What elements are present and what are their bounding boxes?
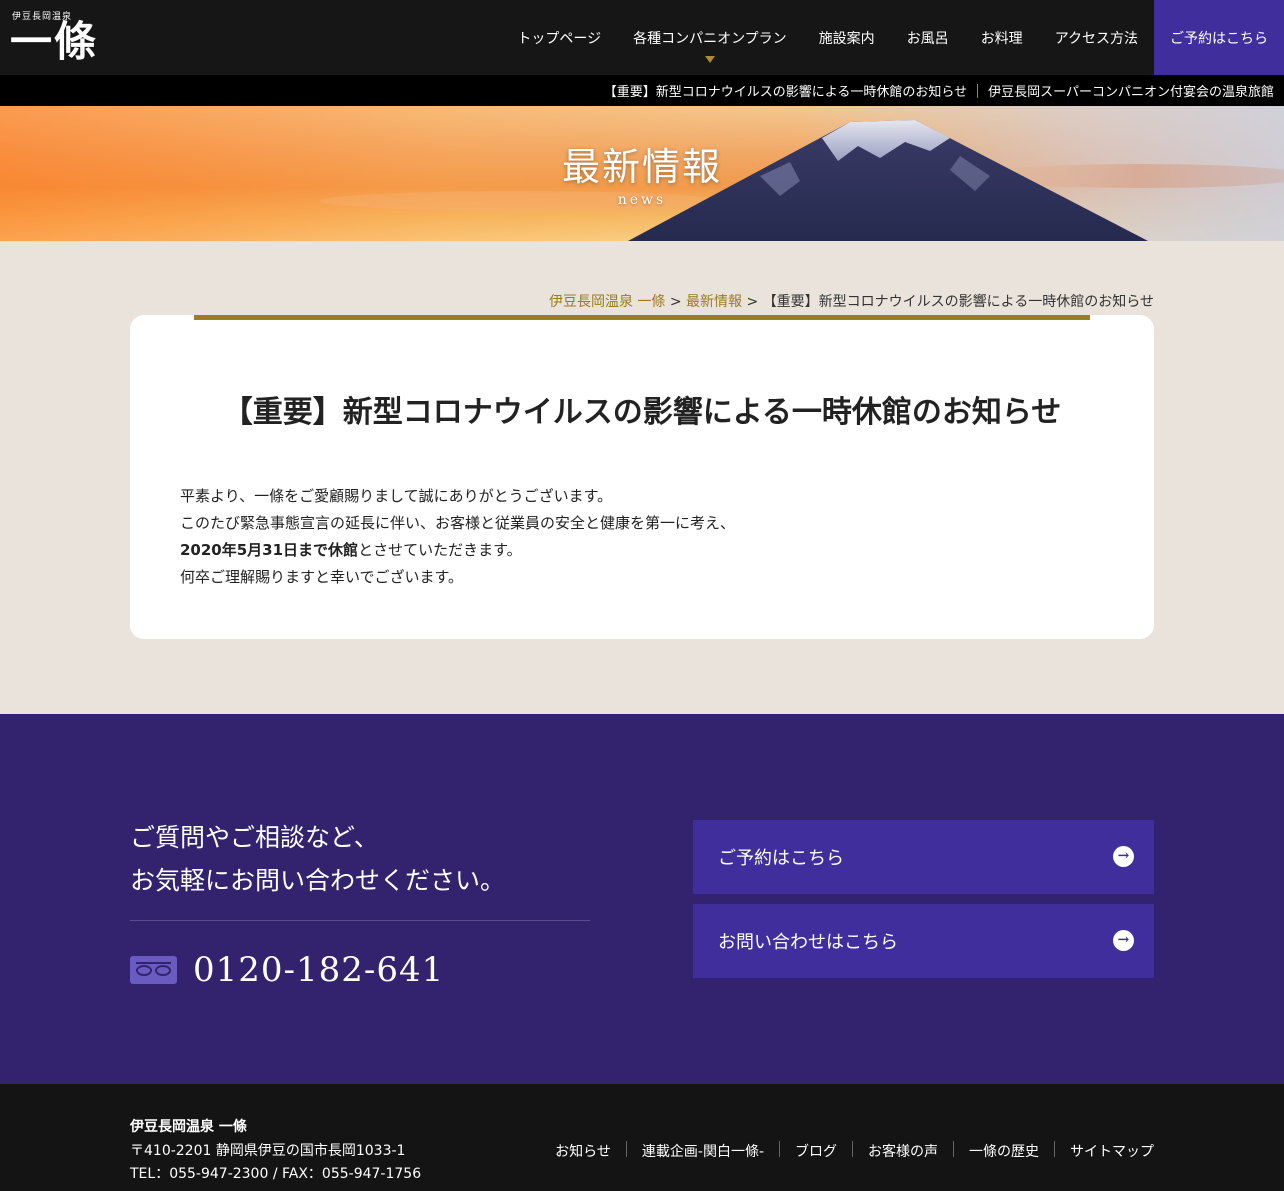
ticker-notice-link[interactable]: 【重要】新型コロナウイルスの影響による一時休館のお知らせ (604, 81, 967, 100)
breadcrumb-current: 【重要】新型コロナウイルスの影響による一時休館のお知らせ (762, 294, 1154, 310)
divider (130, 920, 590, 921)
footer-link-reviews[interactable]: お客様の声 (868, 1141, 938, 1161)
article-card: 【重要】新型コロナウイルスの影響による一時休館のお知らせ 平素より、一條をご愛顧… (130, 315, 1154, 639)
article-paragraph: このたび緊急事態宣言の延長に伴い、お客様と従業員の安全と健康を第一に考え、 (180, 514, 736, 532)
page-hero-banner: 最新情報 news (0, 106, 1284, 241)
footer-tel: TEL：055-947-2300 / FAX：055-947-1756 (130, 1166, 422, 1182)
main-nav: トップページ 各種コンパニオンプラン 施設案内 お風呂 お料理 アクセス方法 ご… (501, 0, 1284, 75)
nav-top[interactable]: トップページ (501, 0, 617, 75)
main-content: 伊豆長岡温泉 一條 > 最新情報 > 【重要】新型コロナウイルスの影響による一時… (0, 241, 1284, 714)
footer-link-history[interactable]: 一條の歴史 (969, 1141, 1039, 1161)
arrow-right-icon: → (1113, 846, 1134, 867)
article-title: 【重要】新型コロナウイルスの影響による一時休館のお知らせ (222, 395, 1062, 430)
ticker-divider (977, 83, 979, 98)
phone-block[interactable]: 0120-182-641 (130, 950, 444, 990)
footer-name: 伊豆長岡温泉 一條 (130, 1119, 247, 1135)
breadcrumb-news-link[interactable]: 最新情報 (686, 294, 742, 310)
footer-link-sitemap[interactable]: サイトマップ (1070, 1141, 1154, 1161)
closure-date: 2020年5月31日まで休館 (180, 541, 359, 559)
breadcrumb-separator: > (742, 294, 763, 310)
site-header: 伊豆長岡温泉 一條 トップページ 各種コンパニオンプラン 施設案内 お風呂 お料… (0, 0, 1284, 75)
reserve-button-label: ご予約はこちら (718, 848, 844, 869)
reserve-button[interactable]: ご予約はこちら → (693, 820, 1154, 894)
breadcrumb-home-link[interactable]: 伊豆長岡温泉 一條 (549, 294, 665, 310)
nav-cuisine[interactable]: お料理 (965, 0, 1039, 75)
nav-access[interactable]: アクセス方法 (1039, 0, 1154, 75)
contact-line: ご質問やご相談など、 (130, 823, 379, 852)
footer-divider (625, 1141, 627, 1157)
article-paragraph: 2020年5月31日まで休館とさせていただきます。 (180, 537, 735, 564)
hero-title: 最新情報 (561, 145, 722, 189)
phone-number: 0120-182-641 (193, 950, 445, 990)
dropdown-caret-icon (704, 56, 715, 63)
footer-divider (953, 1141, 954, 1157)
arrow-right-icon: → (1113, 930, 1134, 951)
nav-bath[interactable]: お風呂 (891, 0, 965, 75)
article-paragraph: 平素より、一條をご愛顧賜りまして誠にありがとうございます。 (180, 487, 613, 505)
breadcrumb: 伊豆長岡温泉 一條 > 最新情報 > 【重要】新型コロナウイルスの影響による一時… (549, 291, 1154, 311)
ticker-tagline: 伊豆長岡スーパーコンパニオン付宴会の温泉旅館 (988, 85, 1274, 100)
contact-section: ご質問やご相談など、 お気軽にお問い合わせください。 0120-182-641 … (0, 714, 1284, 1084)
site-logo[interactable]: 伊豆長岡温泉 一條 (10, 9, 112, 67)
nav-companion-plans[interactable]: 各種コンパニオンプラン (617, 0, 803, 75)
nav-facilities[interactable]: 施設案内 (803, 0, 891, 75)
footer-nav: お知らせ 連載企画-関白一條- ブログ お客様の声 一條の歴史 サイトマップ (555, 1141, 1154, 1161)
inquiry-button-label: お問い合わせはこちら (718, 932, 898, 953)
inquiry-button[interactable]: お問い合わせはこちら → (693, 904, 1154, 978)
footer-link-series[interactable]: 連載企画-関白一條- (642, 1141, 764, 1161)
top-ticker: 【重要】新型コロナウイルスの影響による一時休館のお知らせ 伊豆長岡スーパーコンパ… (0, 75, 1284, 106)
footer-link-blog[interactable]: ブログ (795, 1141, 837, 1161)
breadcrumb-separator: > (665, 294, 687, 310)
footer-divider (779, 1141, 780, 1157)
freedial-icon (130, 956, 177, 984)
nav-companion-plans-label: 各種コンパニオンプラン (633, 30, 787, 47)
article-text: とさせていただきます。 (358, 541, 522, 559)
article-body: 平素より、一條をご愛顧賜りまして誠にありがとうございます。 このたび緊急事態宣言… (180, 483, 735, 591)
hero-subtitle: news (617, 192, 667, 208)
footer-divider (1054, 1141, 1055, 1157)
nav-reserve-button[interactable]: ご予約はこちら (1154, 0, 1284, 75)
footer-divider (852, 1141, 853, 1157)
footer-link-news[interactable]: お知らせ (555, 1141, 611, 1161)
card-accent-bar (194, 315, 1090, 320)
contact-message: ご質問やご相談など、 お気軽にお問い合わせください。 (130, 816, 505, 902)
article-paragraph: 何卒ご理解賜りますと幸いでございます。 (180, 568, 464, 586)
footer-address: 〒410-2201 静岡県伊豆の国市長岡1033-1 (130, 1143, 406, 1159)
logo-title: 一條 (10, 17, 99, 66)
contact-line: お気軽にお問い合わせください。 (130, 866, 506, 895)
site-footer: 伊豆長岡温泉 一條 〒410-2201 静岡県伊豆の国市長岡1033-1 TEL… (0, 1084, 1284, 1191)
